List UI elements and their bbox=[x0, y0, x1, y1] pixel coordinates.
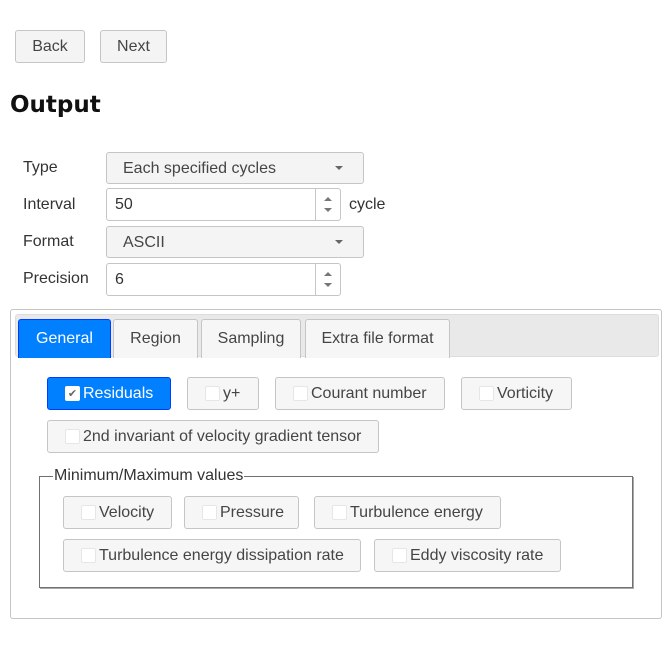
pressure-label: Pressure bbox=[220, 503, 285, 521]
spin-down-icon[interactable] bbox=[324, 283, 332, 287]
tab-bar: General Region Sampling Extra file forma… bbox=[15, 314, 659, 358]
dissipation-rate-checkbox[interactable]: Turbulence energy dissipation rate bbox=[63, 539, 361, 572]
format-select[interactable]: ASCII bbox=[106, 226, 364, 258]
tab-region[interactable]: Region bbox=[113, 319, 198, 358]
format-label: Format bbox=[23, 233, 74, 250]
eddy-viscosity-checkbox[interactable]: Eddy viscosity rate bbox=[374, 539, 561, 572]
courant-number-checkbox[interactable]: Courant number bbox=[275, 377, 445, 410]
spin-up-icon[interactable] bbox=[324, 272, 332, 276]
interval-value: 50 bbox=[115, 196, 133, 213]
vorticity-label: Vorticity bbox=[497, 384, 554, 402]
next-button[interactable]: Next bbox=[100, 30, 167, 63]
second-invariant-label: 2nd invariant of velocity gradient tenso… bbox=[83, 427, 362, 445]
tab-general[interactable]: General bbox=[18, 319, 111, 358]
turbulence-energy-label: Turbulence energy bbox=[350, 503, 483, 521]
checkbox-box-icon bbox=[81, 548, 96, 563]
spin-down-icon[interactable] bbox=[324, 208, 332, 212]
interval-unit: cycle bbox=[349, 196, 386, 213]
velocity-label: Velocity bbox=[99, 503, 155, 521]
pressure-checkbox[interactable]: Pressure bbox=[184, 496, 299, 529]
chevron-down-icon bbox=[335, 240, 343, 244]
precision-label: Precision bbox=[23, 270, 89, 287]
chevron-down-icon bbox=[335, 166, 343, 170]
tab-sampling[interactable]: Sampling bbox=[201, 319, 301, 358]
minmax-legend: Minimum/Maximum values bbox=[54, 467, 244, 484]
checkbox-box-icon bbox=[65, 429, 80, 444]
checkbox-box-icon bbox=[202, 505, 217, 520]
checkbox-box-icon bbox=[205, 386, 220, 401]
format-select-value: ASCII bbox=[123, 234, 165, 251]
checkbox-box-icon bbox=[392, 548, 407, 563]
residuals-checkbox[interactable]: ✔ Residuals bbox=[47, 377, 171, 410]
turbulence-energy-checkbox[interactable]: Turbulence energy bbox=[314, 496, 501, 529]
page-title: Output bbox=[10, 92, 101, 118]
checkbox-box-icon bbox=[293, 386, 308, 401]
velocity-checkbox[interactable]: Velocity bbox=[63, 496, 172, 529]
courant-number-label: Courant number bbox=[311, 384, 427, 402]
spin-up-icon[interactable] bbox=[324, 197, 332, 201]
yplus-label: y+ bbox=[223, 384, 241, 402]
checkbox-box-icon bbox=[81, 505, 96, 520]
tab-extra-file-format[interactable]: Extra file format bbox=[305, 319, 450, 358]
check-icon: ✔ bbox=[65, 386, 80, 401]
interval-label: Interval bbox=[23, 196, 76, 213]
checkbox-box-icon bbox=[332, 505, 347, 520]
checkbox-box-icon bbox=[479, 386, 494, 401]
vorticity-checkbox[interactable]: Vorticity bbox=[461, 377, 572, 410]
type-label: Type bbox=[23, 159, 58, 176]
dissipation-rate-label: Turbulence energy dissipation rate bbox=[99, 546, 344, 564]
second-invariant-checkbox[interactable]: 2nd invariant of velocity gradient tenso… bbox=[47, 420, 379, 453]
precision-spinner[interactable]: 6 bbox=[106, 263, 341, 296]
precision-value: 6 bbox=[115, 271, 124, 288]
type-select-value: Each specified cycles bbox=[123, 160, 276, 177]
back-button[interactable]: Back bbox=[15, 30, 85, 63]
residuals-label: Residuals bbox=[83, 384, 154, 402]
interval-spinner[interactable]: 50 bbox=[106, 188, 341, 221]
yplus-checkbox[interactable]: y+ bbox=[187, 377, 259, 410]
eddy-viscosity-label: Eddy viscosity rate bbox=[410, 546, 544, 564]
type-select[interactable]: Each specified cycles bbox=[106, 152, 364, 184]
